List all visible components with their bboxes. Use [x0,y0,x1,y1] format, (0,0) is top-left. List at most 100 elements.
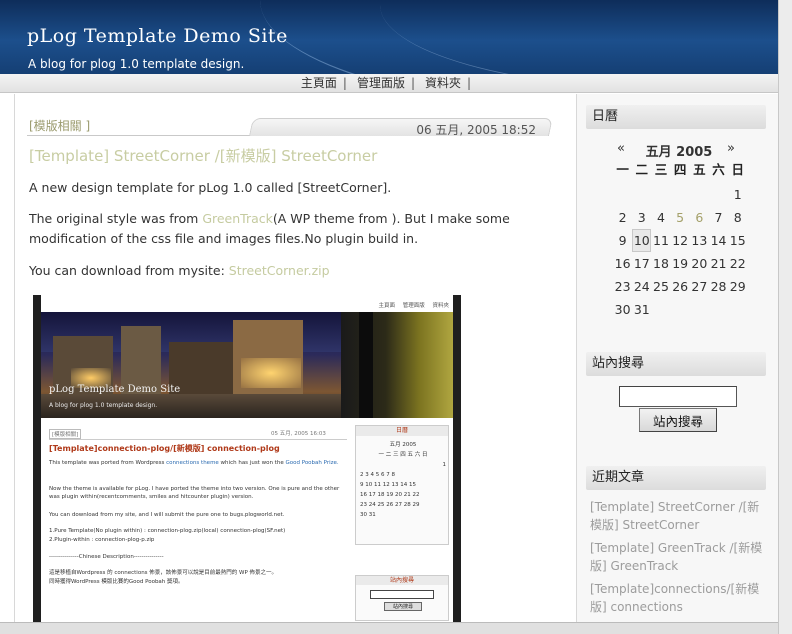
calendar-day: 4 [656,210,665,225]
calendar-empty-cell [709,298,728,321]
calendar-day: 25 [653,279,669,294]
calendar-week-row: 23 24 25 26 27 28 29 [613,275,748,298]
calendar-empty-cell [651,183,670,206]
photo-lamppost [359,312,373,418]
screenshot-calendar-month: 五月 2005 [389,442,417,448]
screenshot-search-button: 站內搜尋 [384,602,422,611]
calendar-day: 7 [714,210,723,225]
post-date: 06 五月, 2005 18:52 [416,123,536,137]
top-nav: 主頁面 | 管理面版 | 資料夾 | [0,74,778,93]
site-header: pLog Template Demo Site A blog for plog … [0,0,778,74]
calendar-week-row: 1 [613,183,748,206]
screenshot-site-title: pLog Template Demo Site [49,384,181,395]
calendar-day: 16 [614,256,631,271]
calendar-weekday: 四 [673,162,687,177]
screenshot-nav-item: 主頁面 [378,303,395,309]
nav-separator: | [342,76,347,90]
post-category-link[interactable]: [模版相關 ] [29,117,90,134]
calendar-day: 19 [672,256,689,271]
screenshot-calendar: 五月 2005 一 二 三 四 五 六 日 1 2 3 4 5 6 7 8 9 … [360,440,446,520]
screenshot-calendar-box: 日曆 五月 2005 一 二 三 四 五 六 日 1 2 3 4 5 6 7 8… [355,425,449,545]
screenshot-paragraph: 2.Plugin-within : connection-plog-p.zip [49,537,155,543]
photo-light [241,358,301,388]
recent-post-link[interactable]: [Template]connections/[新模版] connections [590,580,766,616]
calendar-empty-cell [671,298,690,321]
post-text: The original style was from [29,211,203,226]
screenshot-calendar-heading: 日曆 [356,426,448,436]
download-link[interactable]: StreetCorner.zip [229,263,330,278]
calendar-empty-cell [671,183,690,206]
recent-posts-heading: 近期文章 [586,466,766,490]
nav-item-admin[interactable]: 管理面版 [355,74,407,93]
post-screenshot-image: 主頁面 管理面版 資料夾 pLog Template Demo Site A b… [33,295,461,625]
screenshot-post-title: [Template]connection-plog/[新模版] connecti… [49,444,280,453]
calendar-day: 21 [710,256,727,271]
site-title[interactable]: pLog Template Demo Site [27,25,288,47]
screenshot-paragraph: 1.Pure Template(No plugin within) : conn… [49,528,286,534]
calendar-weekday: 日 [731,162,744,177]
calendar-day: 1 [733,187,742,202]
nav-item-home[interactable]: 主頁面 [299,74,339,93]
nav-item-albums[interactable]: 資料夾 [423,74,463,93]
recent-posts-list: [Template] StreetCorner /[新模版] StreetCor… [590,498,766,621]
screenshot-header-photo: pLog Template Demo Site A blog for plog … [41,312,453,418]
search-input[interactable] [619,386,737,407]
calendar-empty-cell [728,298,747,321]
screenshot-paragraph: You can download from my site, and I wil… [49,512,285,518]
screenshot-category: [模版相關] [49,429,82,439]
calendar-week-row: 2345678 [613,206,748,229]
calendar-empty-cell [690,298,709,321]
post-title-link[interactable]: [Template] StreetCorner /[新模版] StreetCor… [29,145,377,166]
screenshot-calendar-week: 2 3 4 5 6 7 8 [360,472,395,478]
recent-post-link[interactable]: [Template] GreenTrack /[新模版] GreenTrack [590,539,766,575]
calendar-day: 9 [618,233,627,248]
screenshot-calendar-dows: 一 二 三 四 五 六 日 [378,452,428,458]
calendar-week-row: 9 10 11 12 13 14 15 [613,229,748,252]
search-button[interactable]: 站內搜尋 [639,408,717,432]
calendar-empty-cell [632,183,651,206]
nav-separator: | [467,76,472,90]
calendar-day: 26 [672,279,689,294]
calendar-empty-cell [709,183,728,206]
screenshot-link: connections theme [166,460,219,466]
site-description: A blog for plog 1.0 template design. [28,57,245,71]
post-paragraph: The original style was from GreenTrack(A… [29,209,549,249]
screenshot-paragraph: This template was ported from Wordpress … [49,459,349,467]
calendar-day[interactable]: 6 [690,206,709,229]
screenshot-search-heading: 站內搜尋 [356,576,448,585]
search-heading: 站內搜尋 [586,352,766,376]
calendar-day: 28 [710,279,727,294]
calendar-heading: 日曆 [586,105,766,129]
recent-post-link[interactable]: [Template] StreetCorner /[新模版] StreetCor… [590,498,766,534]
screenshot-site-description: A blog for plog 1.0 template design. [49,402,158,409]
calendar-next-link[interactable]: » [727,141,735,156]
calendar-day: 14 [710,233,727,248]
calendar-day: 31 [633,302,650,317]
screenshot-nav: 主頁面 管理面版 資料夾 [372,301,449,309]
bottom-edge [0,622,778,634]
window-scrollbar[interactable] [778,0,792,634]
calendar-weekday: 六 [712,162,725,177]
calendar-week-row: 30 31 [613,298,748,321]
screenshot-calendar-week: 23 24 25 26 27 28 29 [360,502,420,508]
screenshot-page: 主頁面 管理面版 資料夾 pLog Template Demo Site A b… [41,295,453,625]
sidebar-divider [576,94,577,634]
nav-separator: | [410,76,416,90]
screenshot-nav-item: 資料夾 [432,303,449,309]
screenshot-text: This template was ported from Wordpress [49,460,167,466]
screenshot-paragraph: 這是移植自Wordpress 的 connections 佈景，該佈景可以說是目… [49,570,278,576]
screenshot-search-box: 站內搜尋 站內搜尋 [355,575,449,621]
greentrack-link[interactable]: GreenTrack [202,211,273,226]
calendar-weekday: 五 [693,162,706,177]
content-border [14,94,15,634]
screenshot-nav-item: 管理面版 [402,303,425,309]
calendar-empty-cell [613,183,632,206]
post-paragraph: A new design template for pLog 1.0 calle… [29,180,392,195]
calendar-week-row: 16 17 18 19 20 21 22 [613,252,748,275]
calendar-prev-link[interactable]: « [617,141,625,156]
screenshot-calendar-week: 9 10 11 12 13 14 15 [360,482,416,488]
calendar-day[interactable]: 5 [671,206,690,229]
calendar-grid: 一二三四五六日 1 2 3 4 5 6 7 8 9 10 11 12 13 14 15 16 17 18 19 20 2… [613,160,748,321]
calendar-day: 27 [691,279,708,294]
screenshot-paragraph: Now the theme is available for pLog. I h… [49,486,340,500]
